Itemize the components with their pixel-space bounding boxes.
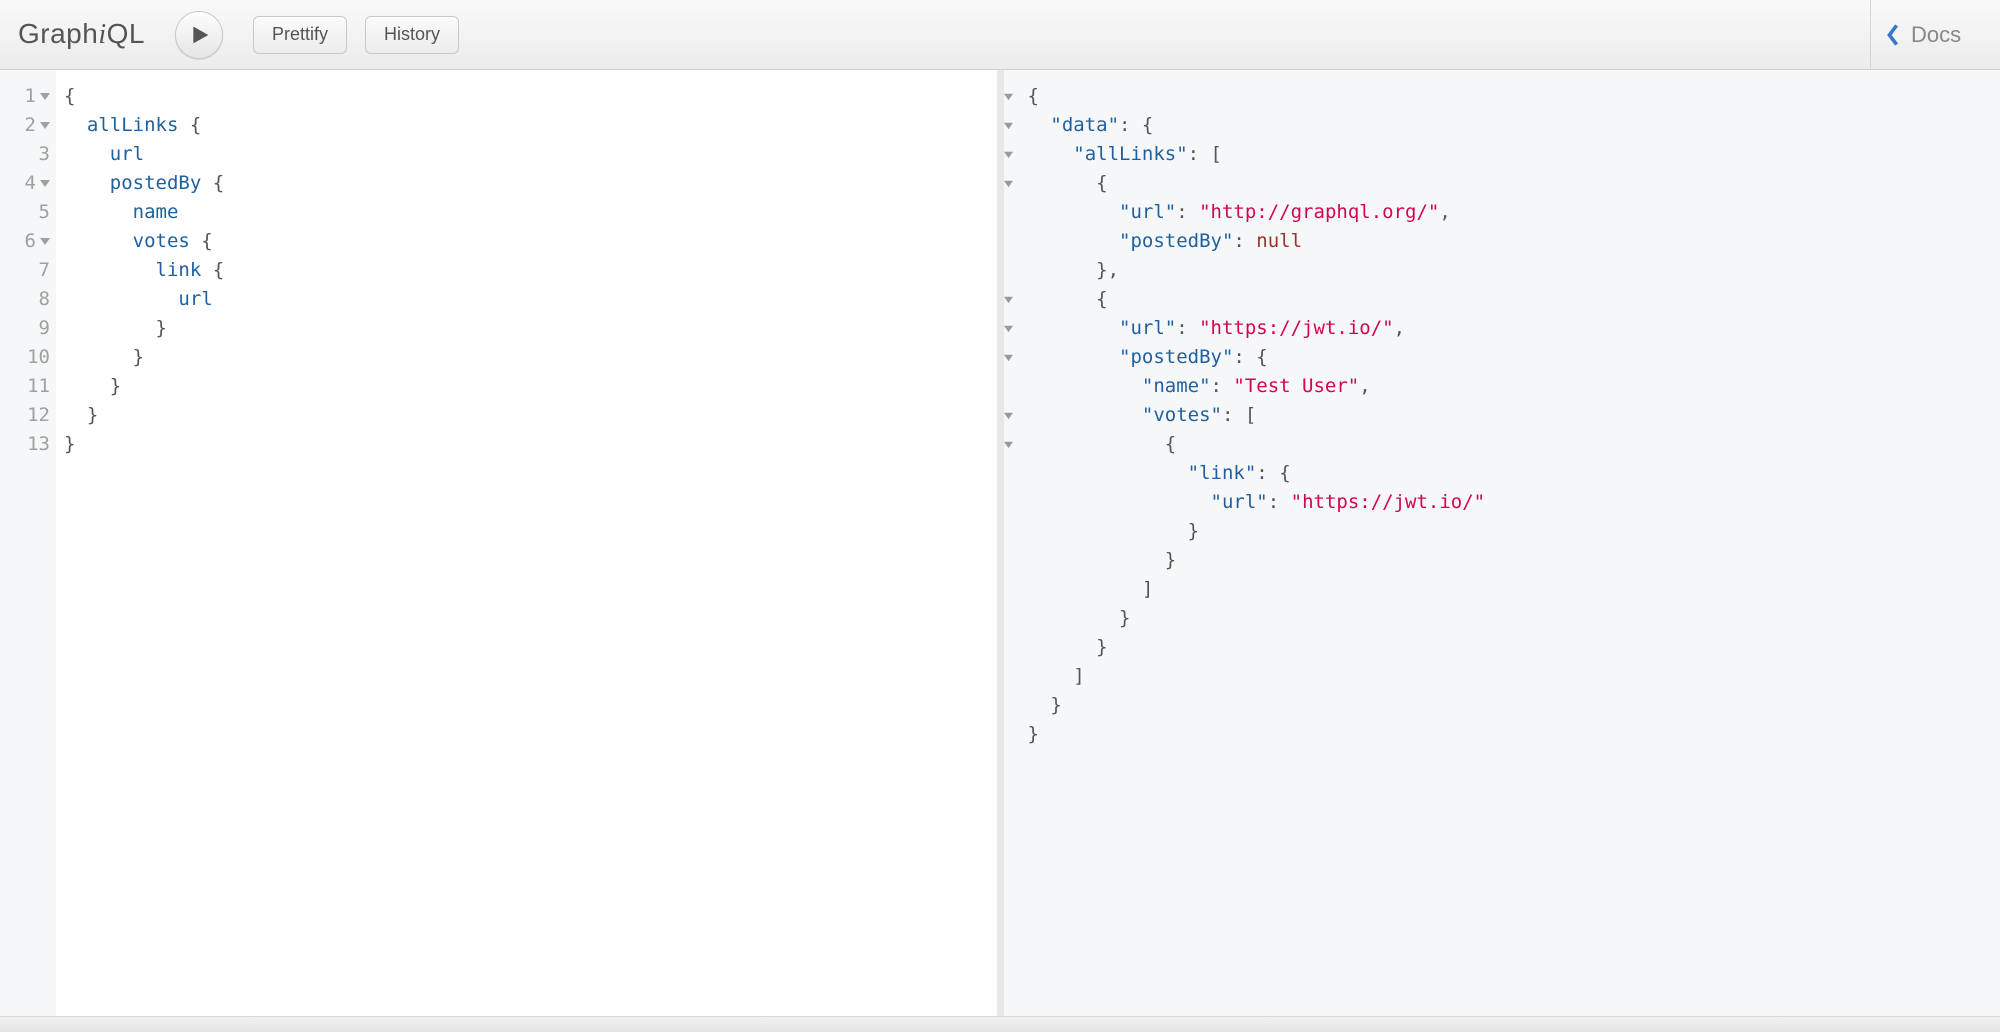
app-logo: GraphiQL [18,18,145,51]
fold-icon[interactable] [1004,324,1013,333]
line-number: 8 [0,285,50,314]
fold-icon[interactable] [40,93,50,100]
history-button[interactable]: History [365,16,459,54]
logo-i: i [98,19,106,50]
line-number: 1 [0,82,50,111]
docs-label: Docs [1911,22,1961,48]
fold-icon[interactable] [40,180,50,187]
chevron-left-icon [1885,23,1901,47]
line-number: 2 [0,111,50,140]
fold-icon[interactable] [1004,411,1013,420]
fold-icon[interactable] [1004,92,1013,101]
line-number: 9 [0,314,50,343]
fold-icon[interactable] [1004,179,1013,188]
line-number: 4 [0,169,50,198]
fold-icon[interactable] [1004,440,1013,449]
prettify-button[interactable]: Prettify [253,16,347,54]
query-editor[interactable]: { allLinks { url postedBy { name votes {… [56,70,997,1016]
logo-suffix: QL [107,18,145,49]
query-editor-pane: 12345678910111213 { allLinks { url poste… [0,70,1004,1016]
line-number: 11 [0,372,50,401]
result-pane: { "data": { "allLinks": [ { "url": "http… [1004,70,2000,1016]
line-number: 5 [0,198,50,227]
line-number: 10 [0,343,50,372]
logo-prefix: Graph [18,18,98,49]
fold-icon[interactable] [1004,121,1013,130]
result-viewer: { "data": { "allLinks": [ { "url": "http… [1022,70,2000,1016]
fold-icon[interactable] [1004,353,1013,362]
docs-button[interactable]: Docs [1870,0,2000,69]
line-number: 7 [0,256,50,285]
fold-icon[interactable] [1004,150,1013,159]
variables-bar[interactable] [0,1016,2000,1032]
result-fold-gutter [1004,70,1022,1016]
line-number: 13 [0,430,50,459]
editor-gutter: 12345678910111213 [0,70,56,1016]
panes: 12345678910111213 { allLinks { url poste… [0,70,2000,1016]
line-number: 6 [0,227,50,256]
play-icon [190,25,210,45]
execute-button[interactable] [175,11,223,59]
fold-icon[interactable] [40,238,50,245]
fold-icon[interactable] [1004,295,1013,304]
line-number: 3 [0,140,50,169]
fold-icon[interactable] [40,122,50,129]
toolbar: GraphiQL Prettify History Docs [0,0,2000,70]
line-number: 12 [0,401,50,430]
